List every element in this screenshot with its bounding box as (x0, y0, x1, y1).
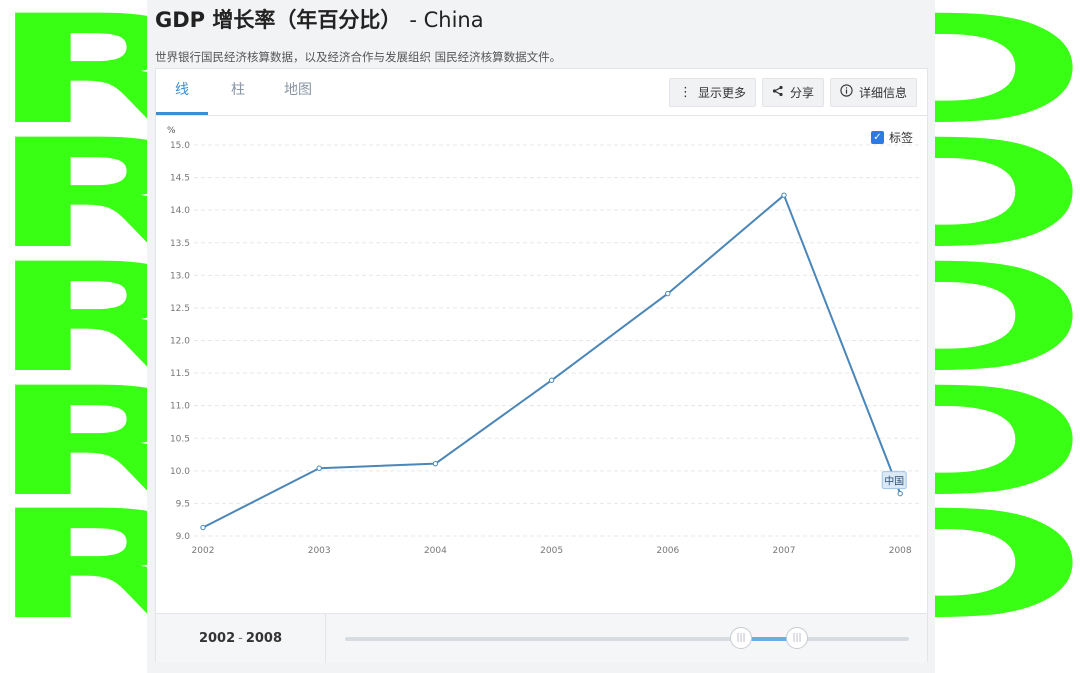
x-tick-label: 2006 (656, 546, 679, 556)
info-icon (840, 84, 853, 101)
title-main: GDP 增长率（年百分比） (155, 8, 402, 32)
x-tick-label: 2002 (192, 546, 215, 556)
y-tick-label: 10.0 (170, 467, 190, 477)
range-footer: 2002-2008 ||| ||| (156, 613, 927, 663)
x-tick-label: 2003 (308, 546, 331, 556)
details-button[interactable]: 详细信息 (829, 78, 917, 107)
x-tick-label: 2008 (889, 546, 912, 556)
data-point (781, 192, 787, 198)
y-tick-label: 13.5 (170, 239, 190, 249)
data-point (316, 465, 322, 471)
chart-card: 线 柱 地图 ⋮ 显示更多 分享 详细信息 ✓ 标签 % 9.0 9.5 10.0 10… (155, 68, 928, 663)
toolbar: ⋮ 显示更多 分享 详细信息 (668, 78, 917, 107)
tab-map[interactable]: 地图 (268, 69, 328, 115)
show-more-label: 显示更多 (697, 86, 746, 100)
share-icon (772, 85, 784, 101)
range-start: 2002 (198, 631, 236, 646)
tab-divider (156, 115, 927, 116)
y-axis-unit: % (167, 126, 176, 136)
tab-bar[interactable]: 柱 (208, 69, 268, 115)
year-range: 2002-2008 (156, 614, 326, 663)
chart-tabs: 线 柱 地图 (156, 69, 328, 115)
range-end-handle[interactable]: ||| (786, 627, 808, 649)
y-tick-label: 13.0 (170, 271, 190, 281)
tab-line[interactable]: 线 (156, 69, 208, 115)
y-tick-label: 14.0 (170, 206, 190, 216)
range-end: 2008 (245, 631, 283, 646)
range-start-handle[interactable]: ||| (730, 627, 752, 649)
title-country: - China (409, 8, 484, 32)
y-tick-label: 11.5 (170, 369, 190, 379)
series-label-text: 中国 (884, 475, 904, 488)
series-label: 中国 (881, 471, 907, 490)
x-tick-label: 2007 (773, 546, 796, 556)
page-title: GDP 增长率（年百分比） - China (155, 4, 484, 34)
share-button[interactable]: 分享 (761, 78, 824, 107)
y-tick-label: 10.5 (170, 434, 190, 444)
details-label: 详细信息 (858, 86, 907, 100)
y-tick-label: 15.0 (170, 141, 190, 151)
show-more-button[interactable]: ⋮ 显示更多 (668, 78, 756, 107)
x-tick-label: 2004 (424, 546, 447, 556)
data-point (548, 377, 555, 383)
data-point (665, 290, 671, 297)
y-tick-label: 9.5 (176, 499, 190, 509)
share-label: 分享 (789, 86, 814, 100)
y-tick-label: 11.0 (170, 402, 190, 412)
line-chart: % 9.0 9.5 10.0 10.5 11.0 11.5 12.0 12.5 13.0 13.5 1… (167, 126, 921, 556)
data-point (432, 460, 439, 467)
x-tick-label: 2005 (540, 546, 563, 556)
source-note: 世界银行国民经济核算数据，以及经济合作与发展组织 国民经济核算数据文件。 (155, 50, 562, 64)
range-separator: - (238, 631, 243, 646)
range-slider-track[interactable]: ||| ||| (345, 627, 909, 649)
data-point (897, 490, 903, 497)
y-tick-label: 14.5 (170, 174, 190, 184)
y-tick-label: 12.0 (170, 337, 190, 347)
y-tick-label: 12.5 (170, 304, 190, 314)
data-point (200, 524, 206, 531)
series-line (202, 194, 902, 529)
more-vertical-icon: ⋮ (678, 85, 692, 100)
y-tick-label: 9.0 (176, 532, 191, 542)
